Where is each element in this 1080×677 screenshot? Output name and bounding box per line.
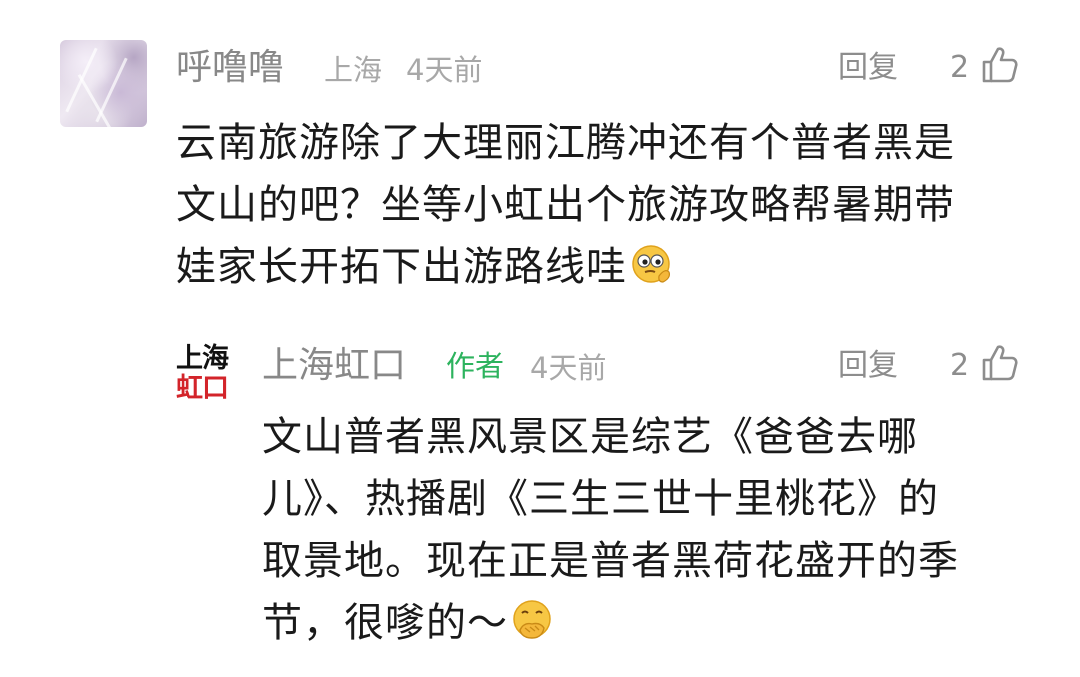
reply-button[interactable]: 回复 [838, 346, 898, 386]
comment-line: 节，很嗲的～ [262, 600, 508, 646]
thumbs-up-icon[interactable] [980, 45, 1020, 85]
avatar[interactable] [60, 40, 147, 127]
location: 上海 [324, 53, 383, 87]
comment-line: 取景地。现在正是普者黑荷花盛开的季 [262, 538, 959, 584]
logo-text: 虹口 [176, 373, 229, 404]
thumbs-up-icon[interactable] [980, 343, 1020, 383]
comment-line: 儿》、热播剧《三生三世十里桃花》的 [262, 476, 939, 522]
like-count: 2 [950, 50, 970, 85]
thinking-face-emoji [632, 245, 670, 283]
timestamp: 4天前 [406, 53, 483, 87]
comment-line: 文山普者黑风景区是综艺《爸爸去哪 [262, 414, 918, 460]
comment-line: 文山的吧？坐等小虹出个旅游攻略帮暑期带 [176, 182, 955, 228]
like-count: 2 [950, 348, 970, 383]
timestamp: 4天前 [530, 351, 607, 385]
reply-button[interactable]: 回复 [838, 48, 898, 88]
comment-text: 云南旅游除了大理丽江腾冲还有个普者黑是 文山的吧？坐等小虹出个旅游攻略帮暑期带 … [176, 112, 955, 298]
logo-text: 上海 [176, 343, 229, 374]
comment-text: 文山普者黑风景区是综艺《爸爸去哪 儿》、热播剧《三生三世十里桃花》的 取景地。现… [262, 406, 959, 654]
hand-over-mouth-emoji [513, 600, 551, 639]
comment-line: 娃家长开拓下出游路线哇 [176, 244, 627, 290]
comment-line: 云南旅游除了大理丽江腾冲还有个普者黑是 [176, 120, 955, 166]
username[interactable]: 上海虹口 [262, 346, 406, 386]
avatar[interactable]: 上海 虹口 [172, 344, 238, 410]
username[interactable]: 呼噜噜 [176, 48, 284, 88]
author-badge: 作者 [446, 349, 505, 383]
